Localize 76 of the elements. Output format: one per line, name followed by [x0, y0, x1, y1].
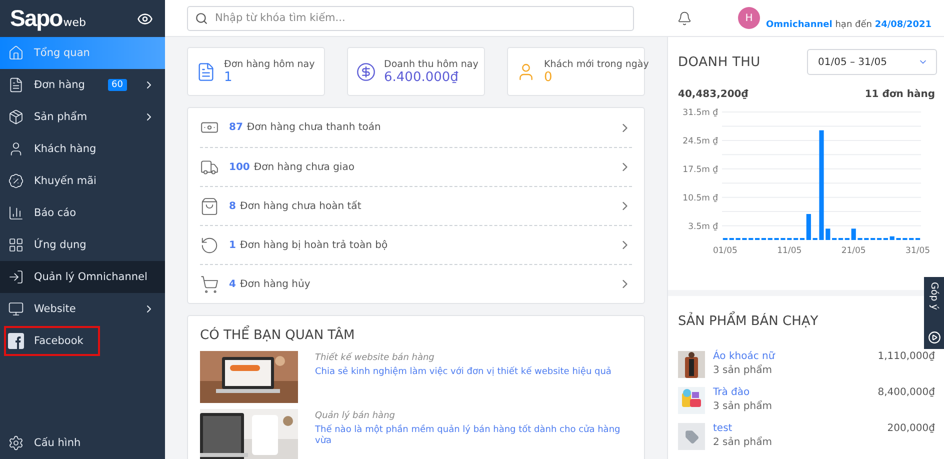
home-icon [8, 45, 24, 61]
document-icon [8, 77, 24, 93]
eye-icon[interactable] [137, 10, 153, 26]
stat-value: 1 [224, 70, 234, 84]
money-icon [356, 62, 376, 82]
product-quantity: 3 sản phẩm [713, 401, 772, 412]
product-link[interactable]: Trà đào [713, 387, 772, 398]
article-link[interactable]: Thế nào là một phần mềm quản lý bán hàng tốt dành cho cửa hàng vừa [315, 425, 634, 448]
percent-icon [8, 173, 24, 189]
order-row[interactable]: 8 Đơn hàng chưa hoàn tất [200, 186, 632, 225]
axis-label: 3.5m ₫ [688, 222, 718, 232]
axis-label: 01/05 [712, 246, 738, 256]
article-category: Quản lý bán hàng [315, 411, 396, 421]
section-title: DOANH THU [678, 54, 760, 70]
count-badge: 60 [108, 79, 127, 91]
bar-chart-icon [8, 205, 24, 221]
article-link[interactable]: Chia sẻ kinh nghiệm làm việc với đơn vị thiết kế website hiệu quả [315, 367, 612, 378]
axis-label: 10.5m ₫ [682, 193, 718, 204]
axis-label: 31.5m ₫ [682, 108, 718, 118]
axis-label: 11/05 [777, 246, 802, 256]
product-link[interactable]: Áo khoác nữ [713, 351, 775, 362]
stat-label: Đơn hàng hôm nay [224, 58, 315, 70]
box-icon [8, 109, 24, 125]
facebook-icon [8, 333, 24, 349]
product-link[interactable]: test [713, 423, 772, 434]
order-count: 11 đơn hàng [864, 89, 935, 100]
stat-value: 0 [544, 70, 554, 84]
refund-icon [200, 236, 219, 254]
truck-icon [200, 158, 219, 176]
plan-expiry: Omnichannel hạn đến 24/08/2021 [766, 20, 932, 30]
grid-icon [8, 237, 24, 253]
cart-icon [200, 274, 219, 294]
settings-icon [8, 435, 24, 451]
order-row[interactable]: 100 Đơn hàng chưa giao [200, 147, 632, 186]
document-icon [196, 62, 216, 82]
axis-label: 31/05 [906, 246, 930, 256]
order-row[interactable]: 87 Đơn hàng chưa thanh toán [200, 108, 632, 147]
product-quantity: 3 sản phẩm [713, 365, 773, 376]
sidebar-item[interactable]: Khách hàng [0, 133, 165, 165]
bag-icon [200, 196, 219, 216]
product-amount: 8,400,000₫ [878, 387, 935, 398]
sidebar-item[interactable]: Cấu hình [0, 427, 165, 459]
sidebar-item[interactable]: Facebook [3, 325, 101, 357]
feedback-tab[interactable]: Góp ý [924, 277, 944, 349]
order-row[interactable]: 1 Đơn hàng bị hoàn trả toàn bộ [200, 225, 632, 264]
order-row[interactable]: 4 Đơn hàng hủy [200, 264, 632, 303]
sidebar-item[interactable]: Sản phẩm [0, 101, 165, 133]
stat-label: Doanh thu hôm nay [384, 58, 478, 70]
sidebar-item[interactable]: Khuyến mãi [0, 165, 165, 197]
product-amount: 200,000₫ [887, 423, 935, 434]
search-field[interactable]: Nhập từ khóa tìm kiếm... [187, 6, 634, 30]
stat-label: Khách mới trong ngày [544, 58, 649, 70]
play-icon [928, 331, 940, 344]
stat-value: 6.400.000₫ [384, 70, 460, 84]
notification-icon[interactable] [677, 10, 692, 26]
date-range-select[interactable]: 01/05 – 31/05 [807, 49, 937, 75]
sidebar-item[interactable]: Ứng dụng [0, 229, 165, 261]
chart-bar [826, 228, 830, 240]
product-quantity: 2 sản phẩm [713, 437, 772, 448]
monitor-icon [8, 301, 24, 317]
axis-label: 24.5m ₫ [682, 136, 718, 146]
user-icon [8, 141, 24, 157]
sidebar-item[interactable]: Website [0, 293, 165, 325]
axis-label: 17.5m ₫ [682, 164, 718, 175]
tag-icon [684, 430, 698, 444]
sidebar-item[interactable]: Quản lý Omnichannel [0, 261, 165, 293]
sidebar-item[interactable]: Đơn hàng 60 [0, 69, 165, 101]
search-icon [195, 12, 208, 24]
revenue-total: 40,483,200₫ [678, 89, 748, 100]
product-amount: 1,110,000₫ [878, 351, 935, 362]
sidebar-item[interactable]: Báo cáo [0, 197, 165, 229]
axis-label: 21/05 [841, 246, 866, 256]
article-category: Thiết kế website bán hàng [315, 353, 436, 363]
logo[interactable]: Sapoweb [10, 5, 86, 32]
login-icon [8, 269, 24, 285]
chart-bar [851, 228, 856, 240]
